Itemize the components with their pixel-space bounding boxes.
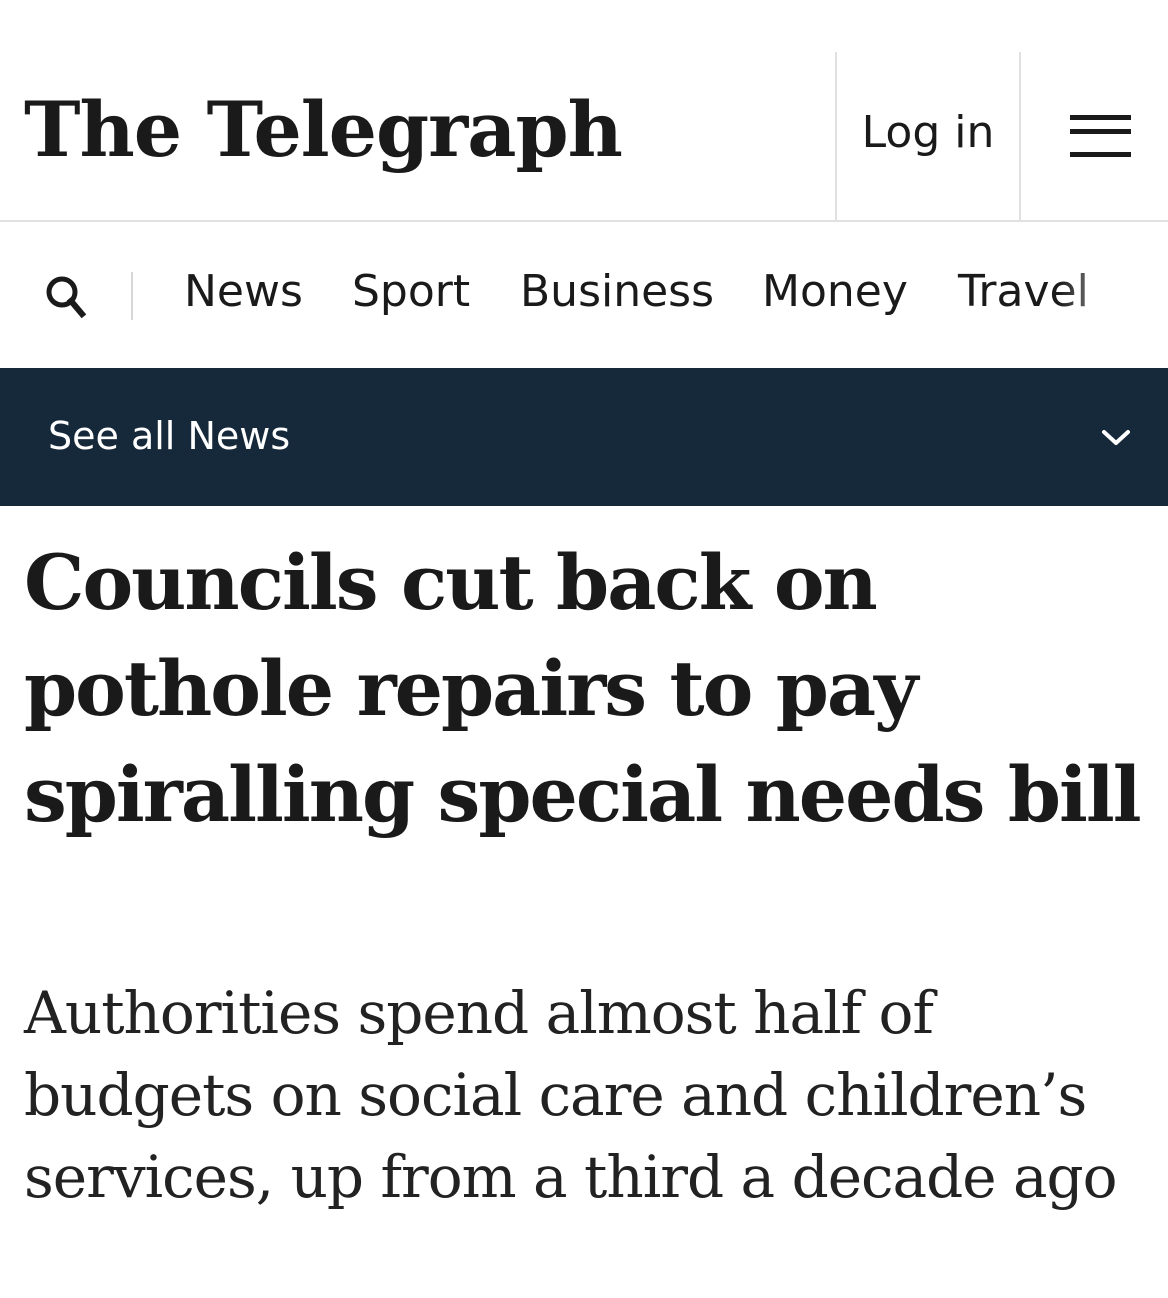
hamburger-line: [1070, 115, 1131, 120]
search-button[interactable]: [38, 268, 94, 324]
section-dropdown-label: See all News: [48, 414, 291, 458]
nav-item-money[interactable]: Money: [762, 262, 908, 322]
site-header: The Telegraph Log in: [0, 0, 1168, 222]
nav-item-business[interactable]: Business: [520, 262, 714, 322]
article-standfirst: Authorities spend almost half of budgets…: [24, 979, 1118, 1211]
nav-item-travel[interactable]: Travel: [958, 262, 1089, 322]
menu-button[interactable]: [1021, 90, 1168, 176]
main-nav: News Sport Business Money Travel: [0, 222, 1168, 368]
article-headline: Councils cut back on pothole repairs to …: [24, 538, 1142, 839]
hamburger-line: [1070, 129, 1131, 134]
chevron-down-icon: [1102, 430, 1130, 445]
section-dropdown[interactable]: See all News: [0, 368, 1168, 506]
nav-separator: [131, 272, 133, 320]
hamburger-line: [1070, 152, 1131, 157]
login-button[interactable]: Log in: [837, 90, 1019, 176]
search-icon: [46, 276, 87, 319]
nav-item-sport[interactable]: Sport: [352, 262, 470, 322]
nav-item-news[interactable]: News: [184, 262, 303, 322]
site-logo[interactable]: The Telegraph: [24, 80, 623, 180]
